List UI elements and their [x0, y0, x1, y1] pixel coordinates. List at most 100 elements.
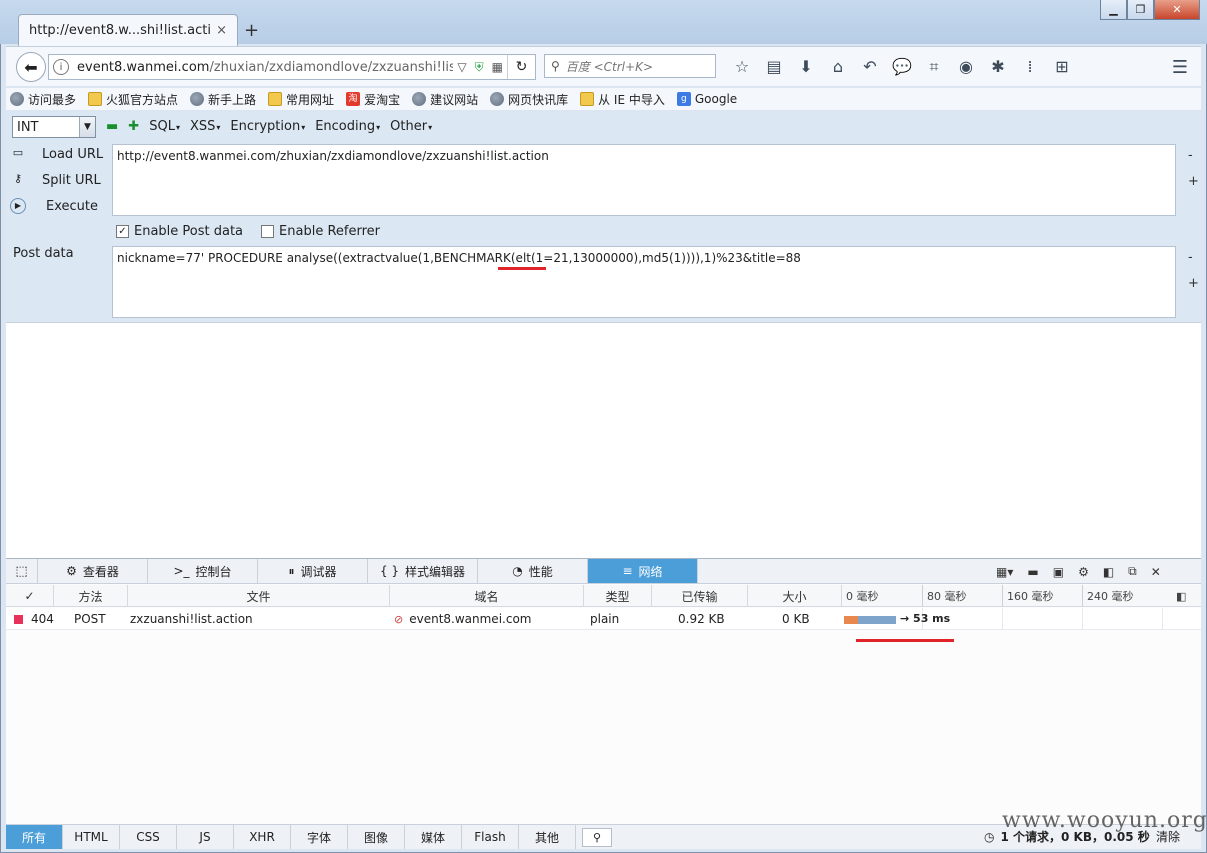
menu-sql[interactable]: SQL	[149, 119, 180, 134]
col-file[interactable]: 文件	[128, 585, 390, 607]
browser-tab[interactable]: http://event8.w...shi!list.action ×	[18, 14, 238, 46]
col-method[interactable]: 方法	[54, 585, 128, 607]
filter-xhr[interactable]: XHR	[234, 825, 291, 849]
download-icon[interactable]: ⬇	[790, 57, 822, 79]
menu-xss[interactable]: XSS	[190, 119, 220, 134]
bookmark-item[interactable]: 常用网址	[268, 91, 334, 108]
reload-icon[interactable]: ↻	[507, 55, 535, 79]
bookmark-item[interactable]: 从 IE 中导入	[580, 91, 665, 108]
bookmark-item[interactable]: 火狐官方站点	[88, 91, 178, 108]
filter-all[interactable]: 所有	[6, 825, 63, 849]
waterfall-wait-bar	[844, 616, 858, 624]
bookmark-item[interactable]: 新手上路	[190, 91, 256, 108]
new-tab-button[interactable]: +	[244, 20, 259, 41]
network-icon[interactable]: ⊞	[1046, 57, 1078, 79]
filter-flash[interactable]: Flash	[462, 825, 519, 849]
bookmark-item[interactable]: g Google	[676, 92, 737, 106]
close-icon[interactable]: ✕	[1151, 565, 1161, 579]
post-data-textarea[interactable]: nickname=77' PROCEDURE analyse((extractv…	[112, 246, 1176, 318]
globe-icon	[490, 92, 505, 106]
tab-console[interactable]: >_ 控制台	[148, 559, 258, 583]
menu-encoding[interactable]: Encoding	[315, 119, 380, 134]
col-size[interactable]: 大小	[748, 585, 842, 607]
collapse-waterfall-icon[interactable]: ◧	[1172, 585, 1200, 607]
tab-network[interactable]: ≡ 网络	[588, 559, 698, 583]
addon-icon[interactable]: ◉	[950, 57, 982, 79]
search-placeholder: 百度 <Ctrl+K>	[565, 59, 653, 74]
gear-icon[interactable]: ⚙	[1078, 565, 1089, 579]
filter-js[interactable]: JS	[177, 825, 234, 849]
execute-button[interactable]: ▶ Execute	[10, 198, 98, 214]
crop-icon[interactable]: ⌗	[918, 57, 950, 79]
waterfall-timing: → 53 ms	[900, 612, 951, 625]
col-transferred[interactable]: 已传输	[652, 585, 748, 607]
filter-other[interactable]: 其他	[519, 825, 576, 849]
dropdown-arrow-icon[interactable]: ▽	[457, 60, 466, 74]
clock-icon: ◷	[984, 829, 995, 844]
url-decrease-button[interactable]: -	[1188, 148, 1193, 163]
maximize-icon[interactable]: ❐	[1127, 0, 1154, 20]
row-file: zxzuanshi!list.action	[130, 612, 253, 626]
console-toggle-icon[interactable]: ▬	[1027, 565, 1038, 579]
red-underline-annotation	[856, 639, 954, 642]
chat-icon[interactable]: 💬	[886, 57, 918, 79]
menu-icon[interactable]: ☰	[1164, 57, 1196, 79]
tab-inspector[interactable]: ⚙ 查看器	[38, 559, 148, 583]
filter-html[interactable]: HTML	[63, 825, 120, 849]
menu-encryption[interactable]: Encryption	[230, 119, 305, 134]
filter-media[interactable]: 媒体	[405, 825, 462, 849]
filter-css[interactable]: CSS	[120, 825, 177, 849]
minus-icon[interactable]: ▬	[106, 119, 118, 134]
filter-search-icon[interactable]: ⚲	[582, 828, 612, 847]
enable-post-checkbox[interactable]: ✓ Enable Post data	[116, 224, 243, 239]
url-increase-button[interactable]: +	[1188, 174, 1199, 189]
bookmark-item[interactable]: 访问最多	[10, 91, 76, 108]
enable-referrer-checkbox[interactable]: Enable Referrer	[261, 224, 380, 239]
load-url-button[interactable]: ▭ Load URL	[10, 146, 103, 162]
qrcode-icon[interactable]: ▦	[492, 60, 503, 74]
bookmark-item[interactable]: 淘爱淘宝	[346, 91, 400, 108]
bookmark-item[interactable]: 网页快讯库	[490, 91, 568, 108]
split-url-button[interactable]: ⚷ Split URL	[10, 172, 101, 188]
post-decrease-button[interactable]: -	[1188, 250, 1193, 265]
tab-style-editor[interactable]: { } 样式编辑器	[368, 559, 478, 583]
type-select[interactable]: INT ▼	[12, 116, 96, 138]
close-window-icon[interactable]: ✕	[1154, 0, 1200, 20]
post-increase-button[interactable]: +	[1188, 276, 1199, 291]
site-info-icon[interactable]: i	[53, 59, 69, 75]
tab-debugger[interactable]: ⏸ 调试器	[258, 559, 368, 583]
bookmark-item[interactable]: 建议网站	[412, 91, 478, 108]
url-bar[interactable]: i event8.wanmei.com/zhuxian/zxdiamondlov…	[48, 54, 536, 80]
search-input[interactable]: ⚲ 百度 <Ctrl+K>	[544, 54, 716, 78]
filter-images[interactable]: 图像	[348, 825, 405, 849]
home-icon[interactable]: ⌂	[822, 57, 854, 79]
reading-list-icon[interactable]: ▤	[758, 57, 790, 79]
folder-icon	[268, 92, 283, 106]
hackbar-menu: ▬ ✚ SQL XSS Encryption Encoding Other	[106, 119, 432, 134]
row-size: 0 KB	[782, 612, 810, 626]
col-domain[interactable]: 域名	[390, 585, 584, 607]
footprint-icon[interactable]: ⁞	[1014, 57, 1046, 79]
col-type[interactable]: 类型	[584, 585, 652, 607]
plus-icon[interactable]: ✚	[128, 119, 139, 134]
menu-other[interactable]: Other	[390, 119, 432, 134]
back-button[interactable]: ⬅	[16, 52, 46, 82]
undock-icon[interactable]: ⧉	[1128, 564, 1137, 579]
layout-icon[interactable]: ▦▾	[996, 565, 1013, 579]
bug-icon[interactable]: ✱	[982, 57, 1014, 79]
minimize-icon[interactable]: ▁	[1100, 0, 1127, 20]
element-picker-icon[interactable]: ⬚	[6, 559, 38, 583]
shield-icon[interactable]: ⛨	[475, 60, 484, 75]
url-textarea[interactable]: http://event8.wanmei.com/zhuxian/zxdiamo…	[112, 144, 1176, 216]
tab-performance[interactable]: ◔ 性能	[478, 559, 588, 583]
console-icon: >_	[173, 564, 190, 578]
tab-close-icon[interactable]: ×	[216, 23, 227, 38]
col-status[interactable]: ✓	[6, 585, 54, 607]
dock-side-icon[interactable]: ◧	[1103, 565, 1114, 579]
tab-title: http://event8.w...shi!list.action	[29, 23, 211, 38]
responsive-icon[interactable]: ▣	[1053, 565, 1064, 579]
navigation-bar: ⬅ i event8.wanmei.com/zhuxian/zxdiamondl…	[6, 46, 1201, 86]
bookmark-star-icon[interactable]: ☆	[726, 57, 758, 79]
undo-icon[interactable]: ↶	[854, 57, 886, 79]
filter-fonts[interactable]: 字体	[291, 825, 348, 849]
